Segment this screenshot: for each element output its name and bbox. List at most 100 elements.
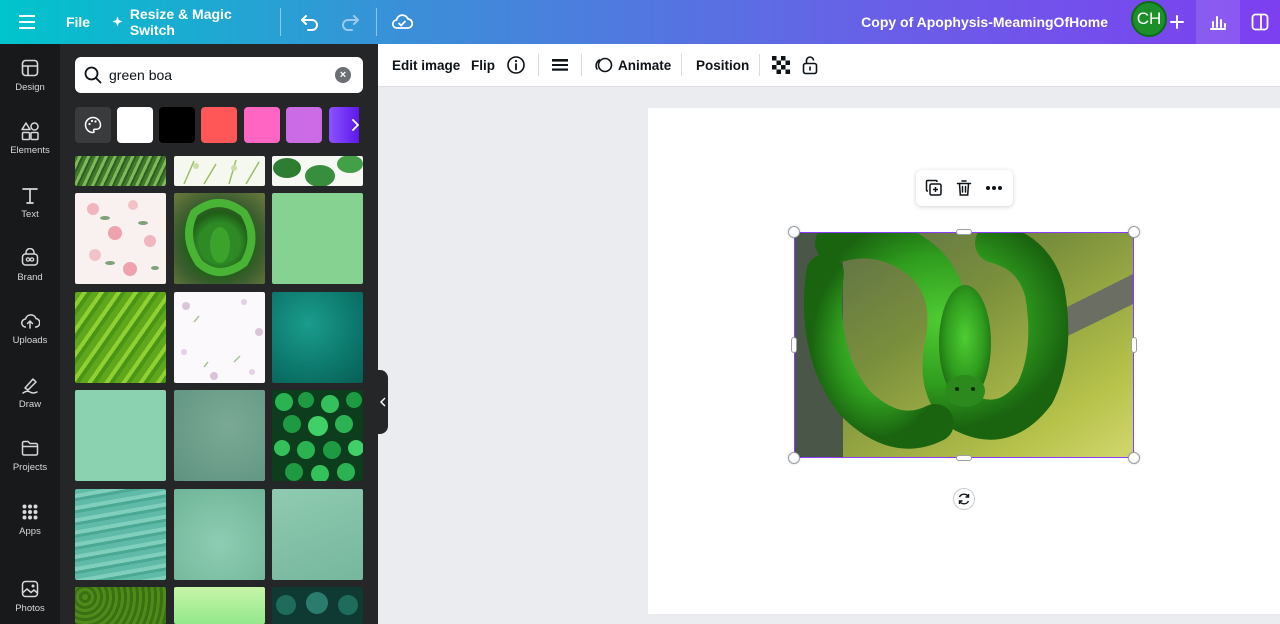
separator: [376, 8, 377, 36]
top-bar: File Resize & Magic Switch Copy of Apoph…: [0, 0, 1280, 44]
share-panel-button[interactable]: [1240, 0, 1280, 44]
resize-handle-bottom-right[interactable]: [1128, 452, 1140, 464]
animate-label: Animate: [618, 57, 672, 73]
photo-thumbnail[interactable]: [272, 193, 363, 284]
rail-item-apps[interactable]: Apps: [0, 491, 60, 547]
info-button[interactable]: [506, 44, 526, 86]
position-button[interactable]: Position: [696, 44, 749, 86]
photo-thumbnail[interactable]: [174, 390, 265, 481]
color-swatch-black[interactable]: [159, 107, 195, 143]
file-menu-button[interactable]: File: [58, 0, 98, 44]
color-swatch-pink[interactable]: [244, 107, 280, 143]
resize-handle-left[interactable]: [791, 337, 797, 353]
transparency-button[interactable]: [772, 44, 790, 86]
photo-thumbnail[interactable]: [272, 390, 363, 481]
separator: [581, 54, 582, 76]
photo-thumbnail[interactable]: [272, 489, 363, 580]
selected-image-green-boa[interactable]: [794, 232, 1134, 458]
document-title[interactable]: Copy of Apophysis-MeamingOfHome: [861, 0, 1108, 44]
more-options-button[interactable]: [982, 176, 1006, 200]
lock-icon: [802, 56, 818, 75]
rail-item-draw[interactable]: Draw: [0, 364, 60, 420]
rail-item-design[interactable]: Design: [0, 47, 60, 103]
color-palette-button[interactable]: [75, 107, 111, 143]
rail-label: Projects: [12, 461, 48, 473]
color-swatch-white[interactable]: [117, 107, 153, 143]
palette-icon: [84, 116, 102, 134]
photo-thumbnail[interactable]: [174, 292, 265, 383]
photo-thumbnail[interactable]: [272, 587, 363, 624]
photo-thumbnail[interactable]: [272, 292, 363, 383]
uploads-icon: [21, 313, 40, 329]
rail-item-elements[interactable]: Elements: [0, 110, 60, 166]
info-icon: [507, 56, 525, 74]
main-menu-button[interactable]: [12, 0, 44, 44]
chevron-left-icon: [380, 397, 386, 407]
rail-label: Brand: [17, 271, 43, 283]
rail-item-projects[interactable]: Projects: [0, 427, 60, 483]
collapse-panel-button[interactable]: [378, 370, 388, 434]
photo-thumbnail[interactable]: [174, 156, 265, 186]
photo-thumbnail[interactable]: [75, 193, 166, 284]
photo-thumbnail[interactable]: [75, 156, 166, 186]
cloud-check-icon: [391, 14, 413, 29]
left-rail: Design Elements Text Brand Uploads Draw …: [0, 44, 60, 624]
photo-thumbnail[interactable]: [174, 193, 265, 284]
rail-label: Photos: [15, 602, 45, 614]
rail-item-text[interactable]: Text: [0, 174, 60, 230]
animate-icon: [595, 57, 613, 73]
hamburger-icon: [19, 15, 35, 29]
resize-label: Resize & Magic Switch: [129, 6, 232, 38]
avatar[interactable]: CH: [1131, 1, 1167, 37]
photos-icon: [21, 580, 39, 597]
rail-item-uploads[interactable]: Uploads: [0, 300, 60, 356]
rail-label: Apps: [19, 525, 41, 537]
draw-icon: [22, 377, 38, 394]
resize-handle-top-left[interactable]: [788, 226, 800, 238]
photo-thumbnail[interactable]: [272, 156, 363, 186]
resize-handle-top[interactable]: [956, 229, 972, 235]
photo-thumbnail[interactable]: [75, 292, 166, 383]
separator: [538, 54, 539, 76]
border-style-button[interactable]: [551, 44, 569, 86]
photo-thumbnail[interactable]: [174, 587, 265, 624]
green-boa-photo: [795, 233, 1133, 457]
element-floating-toolbar: [916, 170, 1013, 206]
animate-button[interactable]: Animate: [594, 44, 671, 86]
resize-magic-switch-button[interactable]: Resize & Magic Switch: [112, 0, 268, 44]
plus-icon: [1170, 15, 1184, 29]
photo-thumbnail[interactable]: [75, 587, 166, 624]
scroll-colors-button[interactable]: [347, 107, 363, 143]
resize-handle-bottom-left[interactable]: [788, 452, 800, 464]
rail-label: Uploads: [12, 334, 48, 346]
search-box: ×: [75, 57, 363, 93]
color-swatch-purple[interactable]: [286, 107, 322, 143]
delete-button[interactable]: [952, 176, 976, 200]
photos-panel: ×: [60, 44, 378, 624]
clear-search-icon[interactable]: ×: [335, 67, 351, 83]
separator: [280, 8, 281, 36]
insights-button[interactable]: [1196, 0, 1240, 44]
rotate-handle[interactable]: [953, 488, 975, 510]
redo-button[interactable]: [336, 0, 364, 44]
rail-label: Text: [21, 208, 39, 220]
color-swatch-red[interactable]: [201, 107, 237, 143]
save-status-button[interactable]: [388, 0, 416, 44]
add-collaborator-button[interactable]: [1166, 0, 1188, 44]
search-input[interactable]: [109, 57, 329, 93]
rail-item-brand[interactable]: Brand: [0, 237, 60, 293]
photo-thumbnail[interactable]: [75, 489, 166, 580]
lock-button[interactable]: [801, 44, 819, 86]
photo-thumbnail[interactable]: [174, 489, 265, 580]
rail-item-photos[interactable]: Photos: [0, 568, 60, 624]
resize-handle-bottom[interactable]: [956, 455, 972, 461]
undo-button[interactable]: [296, 0, 324, 44]
separator: [759, 54, 760, 76]
edit-image-button[interactable]: Edit image: [392, 44, 460, 86]
flip-button[interactable]: Flip: [471, 44, 495, 86]
resize-handle-top-right[interactable]: [1128, 226, 1140, 238]
resize-handle-right[interactable]: [1131, 337, 1137, 353]
text-icon: [22, 187, 38, 204]
duplicate-button[interactable]: [922, 176, 946, 200]
photo-thumbnail[interactable]: [75, 390, 166, 481]
